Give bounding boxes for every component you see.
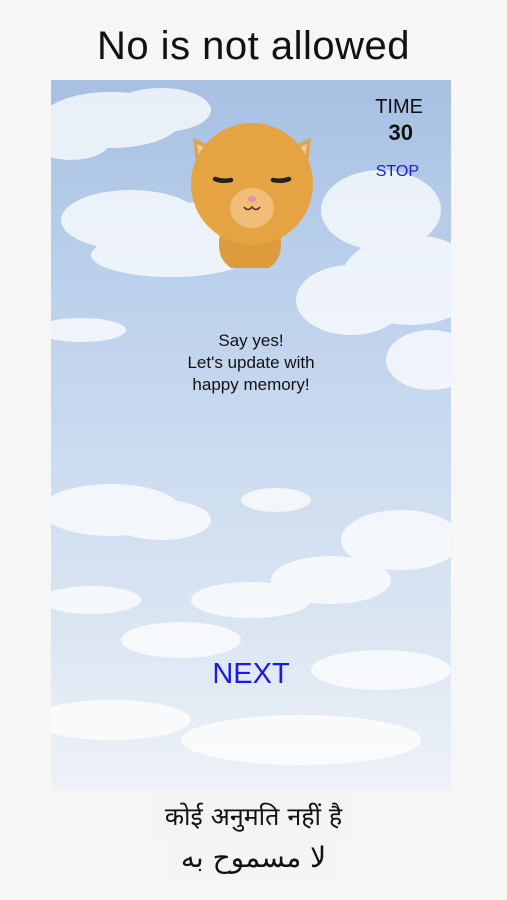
- prompt-message: Say yes! Let's update with happy memory!: [51, 330, 451, 396]
- timer-label: TIME: [375, 96, 423, 118]
- prompt-line: happy memory!: [192, 375, 310, 394]
- timer-value: 30: [388, 120, 413, 145]
- game-screen: TIME 30 STOP Say yes! Let's update with …: [51, 80, 451, 790]
- subtitles: कोई अनुमति नहीं है لا مسموح به: [0, 797, 507, 876]
- next-button[interactable]: NEXT: [51, 658, 451, 691]
- subtitle-arabic: لا مسموح به: [170, 839, 337, 876]
- subtitle-hindi: कोई अनुमति नहीं है: [154, 797, 353, 835]
- prompt-line: Say yes!: [218, 331, 284, 350]
- video-headline: No is not allowed: [96, 24, 411, 68]
- prompt-line: Let's update with: [187, 353, 315, 372]
- sleepy-cat-icon: [191, 123, 313, 268]
- stop-button[interactable]: STOP: [376, 163, 419, 181]
